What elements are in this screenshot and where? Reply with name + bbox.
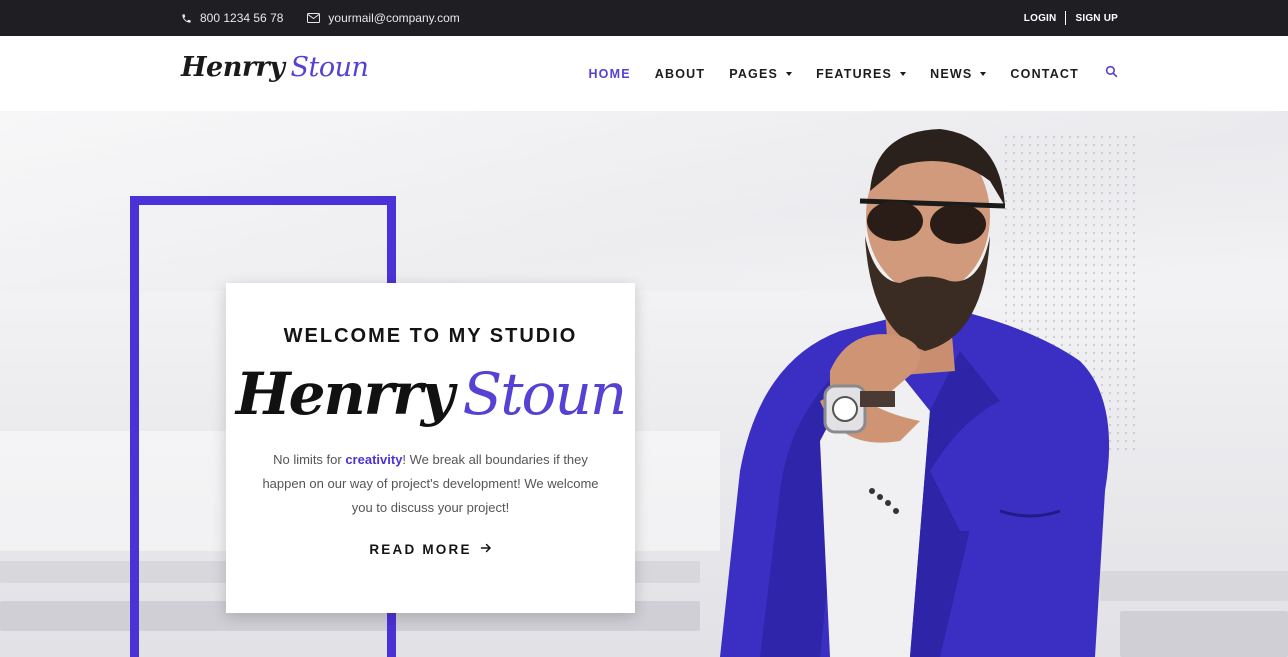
top-bar: 800 1234 56 78 yourmail@company.com LOGI…: [0, 0, 1288, 36]
welcome-card: WELCOME TO MY STUDIO Henrry Stoun No lim…: [226, 283, 635, 613]
divider: [1065, 11, 1067, 25]
email-item[interactable]: yourmail@company.com: [307, 11, 460, 25]
signup-link[interactable]: SIGN UP: [1075, 13, 1118, 24]
nav-item-home[interactable]: HOME: [588, 67, 630, 81]
nav-label: ABOUT: [654, 66, 706, 81]
hero-section: WELCOME TO MY STUDIO Henrry Stoun No lim…: [0, 111, 1288, 657]
signature-name: Henrry Stoun: [226, 358, 635, 430]
logo-last-name: Stoun: [290, 52, 369, 83]
nav-item-about[interactable]: ABOUT: [655, 67, 705, 81]
phone-number: 800 1234 56 78: [200, 11, 284, 25]
phone-item[interactable]: 800 1234 56 78: [181, 11, 283, 25]
nav-item-features[interactable]: FEATURES: [816, 66, 907, 81]
caret-down-icon: [900, 71, 907, 76]
welcome-heading: WELCOME TO MY STUDIO: [283, 325, 578, 347]
signature-first-name: Henrry: [235, 360, 455, 428]
site-logo[interactable]: Henrry Stoun: [181, 52, 369, 96]
auth-links: LOGIN SIGN UP: [1024, 0, 1118, 36]
arrow-right-icon: [480, 542, 492, 557]
nav-menu: HOME ABOUT PAGES FEATURES NEWS CONTACT: [564, 36, 1118, 111]
desc-text: No limits for: [273, 452, 346, 467]
search-button[interactable]: [1105, 65, 1118, 83]
phone-icon: [181, 13, 192, 24]
hero-description: No limits for creativity! We break all b…: [256, 448, 606, 520]
nav-item-contact[interactable]: CONTACT: [1010, 67, 1079, 81]
main-navbar: Henrry Stoun HOME ABOUT PAGES FEATURES N…: [0, 36, 1288, 111]
nav-label: FEATURES: [816, 66, 893, 81]
read-more-button[interactable]: READ MORE: [369, 542, 491, 557]
portrait-photo: [720, 129, 1140, 657]
caret-down-icon: [786, 71, 793, 76]
desc-highlight: creativity: [345, 452, 403, 467]
nav-label: HOME: [588, 66, 631, 81]
envelope-icon: [307, 13, 321, 23]
login-link[interactable]: LOGIN: [1024, 13, 1057, 24]
nav-item-pages[interactable]: PAGES: [729, 66, 793, 81]
caret-down-icon: [980, 71, 987, 76]
nav-label: CONTACT: [1010, 66, 1079, 81]
email-address: yourmail@company.com: [328, 11, 460, 25]
signature-last-name: Stoun: [462, 360, 628, 428]
nav-label: NEWS: [930, 66, 973, 81]
logo-first-name: Henrry: [181, 52, 285, 83]
nav-label: PAGES: [729, 66, 779, 81]
background-desks: [1120, 611, 1288, 657]
contact-info: 800 1234 56 78 yourmail@company.com: [181, 0, 460, 36]
read-more-label: READ MORE: [369, 542, 472, 557]
nav-item-news[interactable]: NEWS: [930, 66, 987, 81]
search-icon: [1105, 65, 1118, 83]
